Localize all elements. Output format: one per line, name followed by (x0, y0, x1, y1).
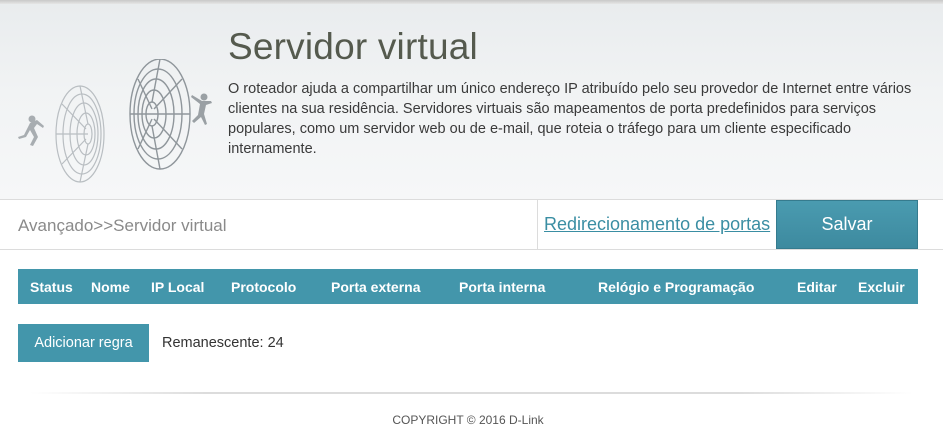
remaining-label: Remanescente: (162, 335, 264, 351)
page-description: O roteador ajuda a compartilhar um único… (228, 81, 912, 157)
column-header-internal-port: Porta interna (459, 279, 546, 295)
port-forwarding-link-container: Redirecionamento de portas (537, 200, 777, 249)
footer-divider (30, 392, 913, 394)
column-header-external-port: Porta externa (331, 279, 421, 295)
breadcrumb: Avançado>>Servidor virtual (18, 216, 227, 235)
column-header-name: Nome (91, 279, 130, 295)
column-header-schedule: Relógio e Programação (598, 279, 755, 295)
rules-table-header: Status Nome IP Local Protocolo Porta ext… (18, 269, 918, 304)
column-header-protocol: Protocolo (231, 279, 297, 295)
add-rule-button[interactable]: Adicionar regra (18, 324, 149, 362)
column-header-local-ip: IP Local (151, 279, 205, 295)
column-header-status: Status (30, 279, 73, 295)
page-title: Servidor virtual (228, 26, 478, 67)
tunnel-runner-illustration (18, 59, 212, 183)
save-button[interactable]: Salvar (776, 200, 918, 249)
toolbar: Avançado>>Servidor virtual Redirecioname… (0, 199, 943, 250)
column-header-edit: Editar (797, 279, 837, 295)
page-banner: Servidor virtual O roteador ajuda a comp… (0, 4, 943, 199)
column-header-delete: Excluir (858, 279, 905, 295)
remaining-count: 24 (267, 335, 284, 351)
port-forwarding-link[interactable]: Redirecionamento de portas (544, 214, 770, 235)
copyright: COPYRIGHT © 2016 D-Link (392, 413, 544, 427)
remaining-rules: Remanescente: 24 (162, 335, 284, 351)
